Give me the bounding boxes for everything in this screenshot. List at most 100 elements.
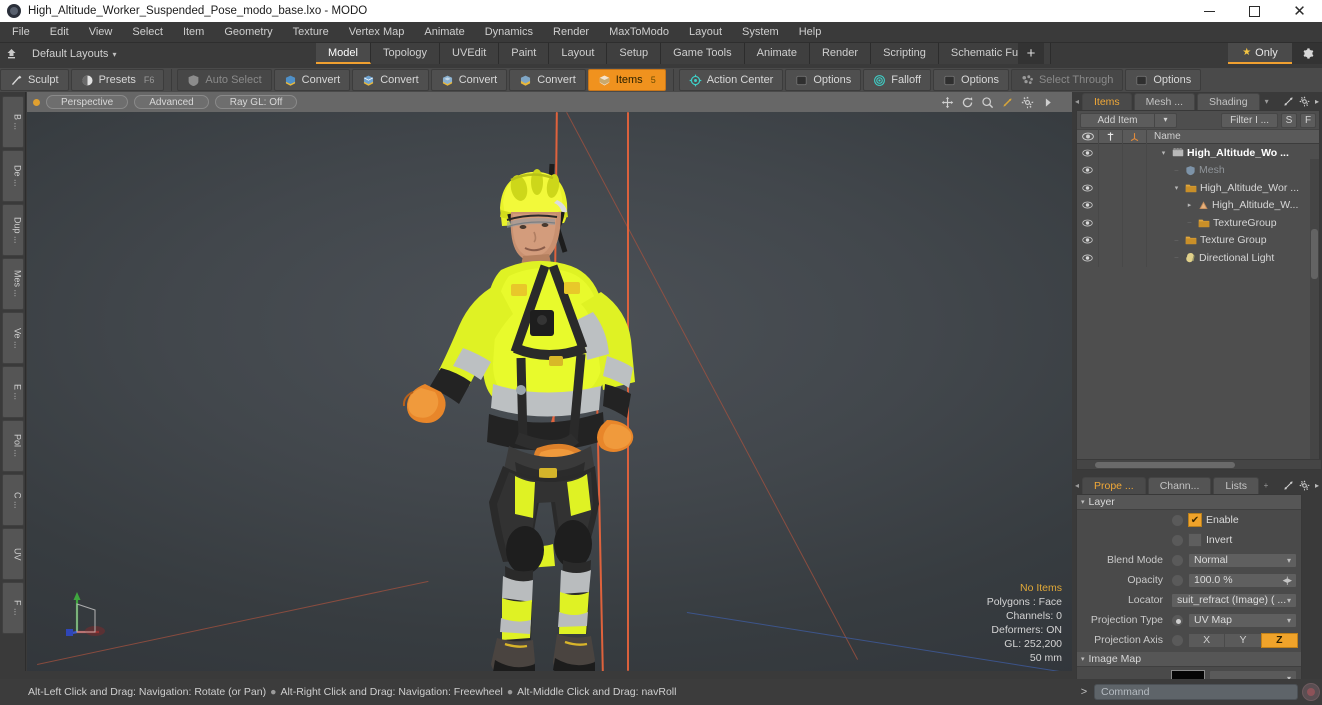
items-vertical-scrollbar[interactable] [1310, 159, 1319, 459]
toolbar-button-options-25[interactable]: Options [1125, 69, 1202, 91]
image-map-section-header[interactable]: ▾ Image Map [1077, 652, 1301, 667]
menu-item[interactable]: Item [173, 22, 214, 43]
row-axis-cell[interactable] [1123, 179, 1147, 197]
toolbar-button-action-center-20[interactable]: Action Center [678, 69, 784, 91]
layout-tab-render[interactable]: Render [809, 43, 872, 64]
menu-system[interactable]: System [732, 22, 789, 43]
row-link-cell[interactable] [1099, 231, 1123, 249]
menu-view[interactable]: View [79, 22, 123, 43]
invert-checkbox[interactable] [1188, 533, 1202, 547]
twirl-icon[interactable]: ▸ [1184, 201, 1195, 209]
row-name-cell[interactable]: ▾ High_Altitude_Wo ... [1147, 147, 1319, 159]
row-axis-cell[interactable] [1123, 196, 1147, 214]
default-layouts-menu[interactable]: Default Layouts ▾ [22, 48, 116, 60]
enable-checkbox[interactable]: ✔ [1188, 513, 1202, 527]
items-row[interactable]: – Texture Group [1077, 231, 1319, 249]
expand-icon[interactable] [1283, 480, 1294, 491]
items-row[interactable]: ▾ High_Altitude_Wo ... [1077, 144, 1319, 162]
items-row[interactable]: – TextureGroup [1077, 214, 1319, 232]
maximize-button[interactable] [1232, 0, 1277, 22]
filter-s-button[interactable]: S [1281, 112, 1297, 128]
projection-type-channel-dot[interactable] [1171, 613, 1184, 627]
row-visibility-toggle[interactable] [1077, 161, 1099, 179]
viewport-raygl-menu[interactable]: Ray GL: Off [214, 95, 298, 109]
filter-items-button[interactable]: Filter I ... [1221, 112, 1278, 128]
layout-tab-game-tools[interactable]: Game Tools [661, 43, 745, 64]
expand-icon[interactable] [1283, 96, 1294, 107]
toolbar-button-select-through-24[interactable]: Select Through [1010, 69, 1124, 91]
menu-texture[interactable]: Texture [283, 22, 339, 43]
close-button[interactable]: ✕ [1277, 0, 1322, 22]
zoom-icon[interactable] [981, 96, 994, 109]
left-tab-7[interactable]: C ... [1, 474, 24, 526]
row-link-cell[interactable] [1099, 196, 1123, 214]
menu-animate[interactable]: Animate [414, 22, 474, 43]
blend-mode-dropdown[interactable]: Normal ▾ [1188, 552, 1297, 568]
record-icon[interactable] [1302, 683, 1320, 701]
twirl-icon[interactable]: ▾ [1171, 184, 1182, 192]
gear-icon[interactable] [1292, 43, 1322, 64]
gear-icon[interactable] [1299, 480, 1310, 491]
row-name-cell[interactable]: – Mesh [1147, 164, 1319, 176]
row-link-cell[interactable] [1099, 161, 1123, 179]
toolbar-button-options-23[interactable]: Options [933, 69, 1009, 91]
row-name-cell[interactable]: – Texture Group [1147, 234, 1319, 246]
items-tab-shading[interactable]: Shading [1197, 93, 1260, 110]
eye-icon[interactable] [1077, 129, 1099, 144]
properties-tab-chann[interactable]: Chann... [1147, 477, 1212, 494]
items-tabs-caret-icon[interactable]: ▾ [1262, 97, 1272, 106]
items-tab-items[interactable]: Items [1082, 93, 1132, 110]
fit-icon[interactable] [1001, 96, 1014, 109]
toolbar-button-convert-13[interactable]: Convert [430, 69, 508, 91]
blend-mode-channel-dot[interactable] [1171, 553, 1184, 567]
layout-tab-setup[interactable]: Setup [607, 43, 662, 64]
layout-tab-animate[interactable]: Animate [744, 43, 810, 64]
opacity-input[interactable]: 100.0 % ◂|▸ [1188, 572, 1297, 588]
row-link-cell[interactable] [1099, 179, 1123, 197]
layout-tab-layout[interactable]: Layout [549, 43, 608, 64]
row-axis-cell[interactable] [1123, 214, 1147, 232]
twirl-down-icon[interactable]: ▾ [1081, 498, 1085, 506]
minimize-button[interactable] [1187, 0, 1232, 22]
twirl-down-icon[interactable]: ▾ [1081, 655, 1085, 663]
row-visibility-toggle[interactable] [1077, 214, 1099, 232]
tabs-scroll-left-icon[interactable]: ◂ [1072, 97, 1082, 106]
row-axis-cell[interactable] [1123, 161, 1147, 179]
row-visibility-toggle[interactable] [1077, 231, 1099, 249]
projection-axis-y[interactable]: Y [1224, 632, 1262, 648]
left-tab-0[interactable]: B ... [1, 96, 24, 148]
left-tab-9[interactable]: F ... [1, 582, 24, 634]
toolbar-button-convert-12[interactable]: Convert [352, 69, 429, 91]
menu-maxtomodo[interactable]: MaxToModo [599, 22, 679, 43]
arrow-right-icon[interactable]: ▸ [1315, 97, 1319, 106]
menu-edit[interactable]: Edit [40, 22, 79, 43]
row-link-cell[interactable] [1099, 144, 1123, 162]
items-row[interactable]: – Mesh [1077, 161, 1319, 179]
arrow-right-icon[interactable]: ▸ [1315, 481, 1319, 490]
properties-tab-lists[interactable]: Lists [1213, 477, 1259, 494]
left-tab-6[interactable]: Pol ... [1, 420, 24, 472]
items-tab-mesh[interactable]: Mesh ... [1133, 93, 1196, 110]
menu-geometry[interactable]: Geometry [214, 22, 282, 43]
layer-section-header[interactable]: ▾ Layer [1077, 495, 1301, 510]
projection-axis-channel-dot[interactable] [1171, 633, 1184, 647]
add-property-tab-button[interactable]: + [1261, 481, 1271, 490]
projection-type-dropdown[interactable]: UV Map ▾ [1188, 612, 1297, 628]
viewport-shading-menu[interactable]: Advanced [134, 95, 209, 109]
items-row[interactable]: ▾ High_Altitude_Wor ... [1077, 179, 1319, 197]
slider-arrows-icon[interactable]: ◂|▸ [1283, 575, 1292, 586]
left-tab-3[interactable]: Mes ... [1, 258, 24, 310]
viewport-canvas[interactable]: No Items Polygons : Face Channels: 0 Def… [27, 111, 1072, 671]
row-axis-cell[interactable] [1123, 144, 1147, 162]
twirl-icon[interactable]: ▾ [1158, 149, 1169, 157]
toolbar-button-items-15[interactable]: Items 5 [587, 69, 666, 91]
row-axis-cell[interactable] [1123, 231, 1147, 249]
toolbar-button-convert-14[interactable]: Convert [509, 69, 586, 91]
toolbar-button-falloff-22[interactable]: Falloff [863, 69, 932, 91]
properties-tab-prope[interactable]: Prope ... [1082, 477, 1146, 494]
gear-icon[interactable] [1299, 96, 1310, 107]
toolbar-button-options-21[interactable]: Options [785, 69, 862, 91]
row-visibility-toggle[interactable] [1077, 179, 1099, 197]
layout-tab-uvedit[interactable]: UVEdit [440, 43, 500, 64]
menu-dynamics[interactable]: Dynamics [475, 22, 543, 43]
